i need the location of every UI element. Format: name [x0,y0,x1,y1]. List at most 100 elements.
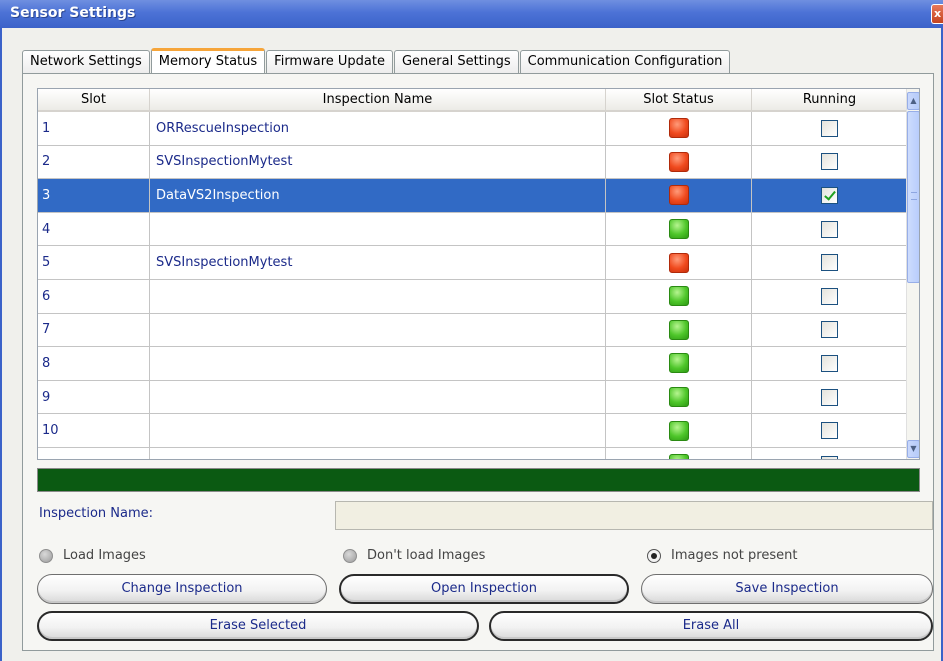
running-checkbox[interactable] [821,153,838,171]
running-cell [752,112,908,145]
slot-status-cell [606,313,752,347]
slot-cell: 2 [38,145,150,179]
table-body: 1 ORRescueInspection 2 SVSInspectionMytest 3… [38,112,908,459]
running-checkbox[interactable] [821,455,838,459]
slot-status-cell [606,145,752,179]
inspection-name-cell [150,347,606,380]
title-bar: Sensor Settings x [0,0,943,28]
status-led-icon [668,252,689,273]
table-row[interactable]: 2 SVSInspectionMytest [38,145,908,180]
running-checkbox[interactable] [821,388,838,406]
status-led-icon [668,319,689,340]
slot-status-cell [606,179,752,212]
table-row[interactable] [38,447,908,459]
running-cell [752,212,908,246]
slot-cell: 1 [38,112,150,145]
table-row[interactable]: 7 [38,313,908,348]
table-row[interactable]: 5 SVSInspectionMytest [38,246,908,280]
status-led-icon [668,118,689,139]
running-checkbox[interactable] [821,354,838,372]
running-checkbox[interactable] [821,220,838,238]
status-led-icon [668,454,689,459]
slot-table: Slot Inspection Name Slot Status Running… [37,88,920,460]
inspection-name-cell [150,212,606,246]
slot-status-cell [606,347,752,380]
running-cell [752,246,908,279]
inspection-name-cell: ORRescueInspection [150,112,606,145]
window-frame: Network Settings Memory Status Firmware … [0,28,943,661]
radio-icon [343,548,357,563]
running-cell [752,447,908,459]
memory-status-panel: Slot Inspection Name Slot Status Running… [22,73,934,651]
table-row[interactable]: 3 DataVS2Inspection [38,179,908,213]
slot-cell: 8 [38,347,150,380]
erase-selected-button[interactable]: Erase Selected [37,611,479,641]
running-cell [752,380,908,414]
running-cell [752,179,908,212]
radio-dont-load-images[interactable]: Don't load Images [343,548,485,563]
tab-strip: Network Settings Memory Status Firmware … [22,48,731,75]
header-running[interactable]: Running [752,89,908,110]
table-header: Slot Inspection Name Slot Status Running [38,89,908,112]
running-checkbox[interactable] [821,321,838,339]
scroll-up-button[interactable]: ▲ [907,92,919,110]
running-checkbox[interactable] [821,186,838,204]
slot-status-cell [606,246,752,279]
status-led-icon [668,387,689,408]
erase-all-button[interactable]: Erase All [489,611,933,641]
inspection-name-cell [150,313,606,347]
table-row[interactable]: 6 [38,279,908,314]
running-checkbox[interactable] [821,422,838,440]
change-inspection-button[interactable]: Change Inspection [37,574,327,604]
running-checkbox[interactable] [821,119,838,137]
running-cell [752,414,908,447]
running-cell [752,347,908,380]
slot-cell: 7 [38,313,150,347]
tab-communication-configuration[interactable]: Communication Configuration [519,50,731,74]
inspection-name-cell: SVSInspectionMytest [150,246,606,279]
tab-network-settings[interactable]: Network Settings [22,50,150,74]
vertical-scrollbar[interactable]: ▲ ▼ [906,89,919,459]
slot-status-cell [606,380,752,414]
slot-cell: 10 [38,414,150,447]
radio-load-images[interactable]: Load Images [39,548,146,563]
slot-status-cell [606,447,752,459]
scroll-down-button[interactable]: ▼ [907,440,919,458]
scroll-thumb[interactable] [907,111,919,283]
slot-status-cell [606,212,752,246]
table-row[interactable]: 4 [38,212,908,247]
slot-cell: 3 [38,179,150,212]
open-inspection-button[interactable]: Open Inspection [339,574,629,604]
header-slot[interactable]: Slot [38,89,150,110]
radio-label: Images not present [671,548,798,563]
inspection-name-cell [150,279,606,313]
save-inspection-button[interactable]: Save Inspection [641,574,933,604]
header-slot-status[interactable]: Slot Status [606,89,752,110]
status-led-icon [668,219,689,240]
table-row[interactable]: 1 ORRescueInspection [38,112,908,146]
tab-memory-status[interactable]: Memory Status [150,48,266,75]
running-checkbox[interactable] [821,254,838,272]
radio-images-not-present[interactable]: Images not present [647,548,797,563]
running-cell [752,279,908,313]
progress-fill [38,469,919,491]
running-cell [752,313,908,347]
running-checkbox[interactable] [821,287,838,305]
table-row[interactable]: 8 [38,347,908,381]
slot-status-cell [606,112,752,145]
inspection-name-field[interactable] [335,501,933,530]
status-led-icon [668,286,689,307]
header-inspection-name[interactable]: Inspection Name [150,89,606,110]
radio-selected-icon [647,548,661,563]
slot-cell: 6 [38,279,150,313]
status-led-icon [668,420,689,441]
close-button[interactable]: x [931,4,943,24]
inspection-name-cell [150,447,606,459]
table-row[interactable]: 9 [38,380,908,415]
tab-general-settings[interactable]: General Settings [393,50,519,74]
tab-firmware-update[interactable]: Firmware Update [266,50,393,74]
running-cell [752,145,908,179]
status-led-icon [668,353,689,374]
table-row[interactable]: 10 [38,414,908,448]
progress-bar [37,468,920,492]
